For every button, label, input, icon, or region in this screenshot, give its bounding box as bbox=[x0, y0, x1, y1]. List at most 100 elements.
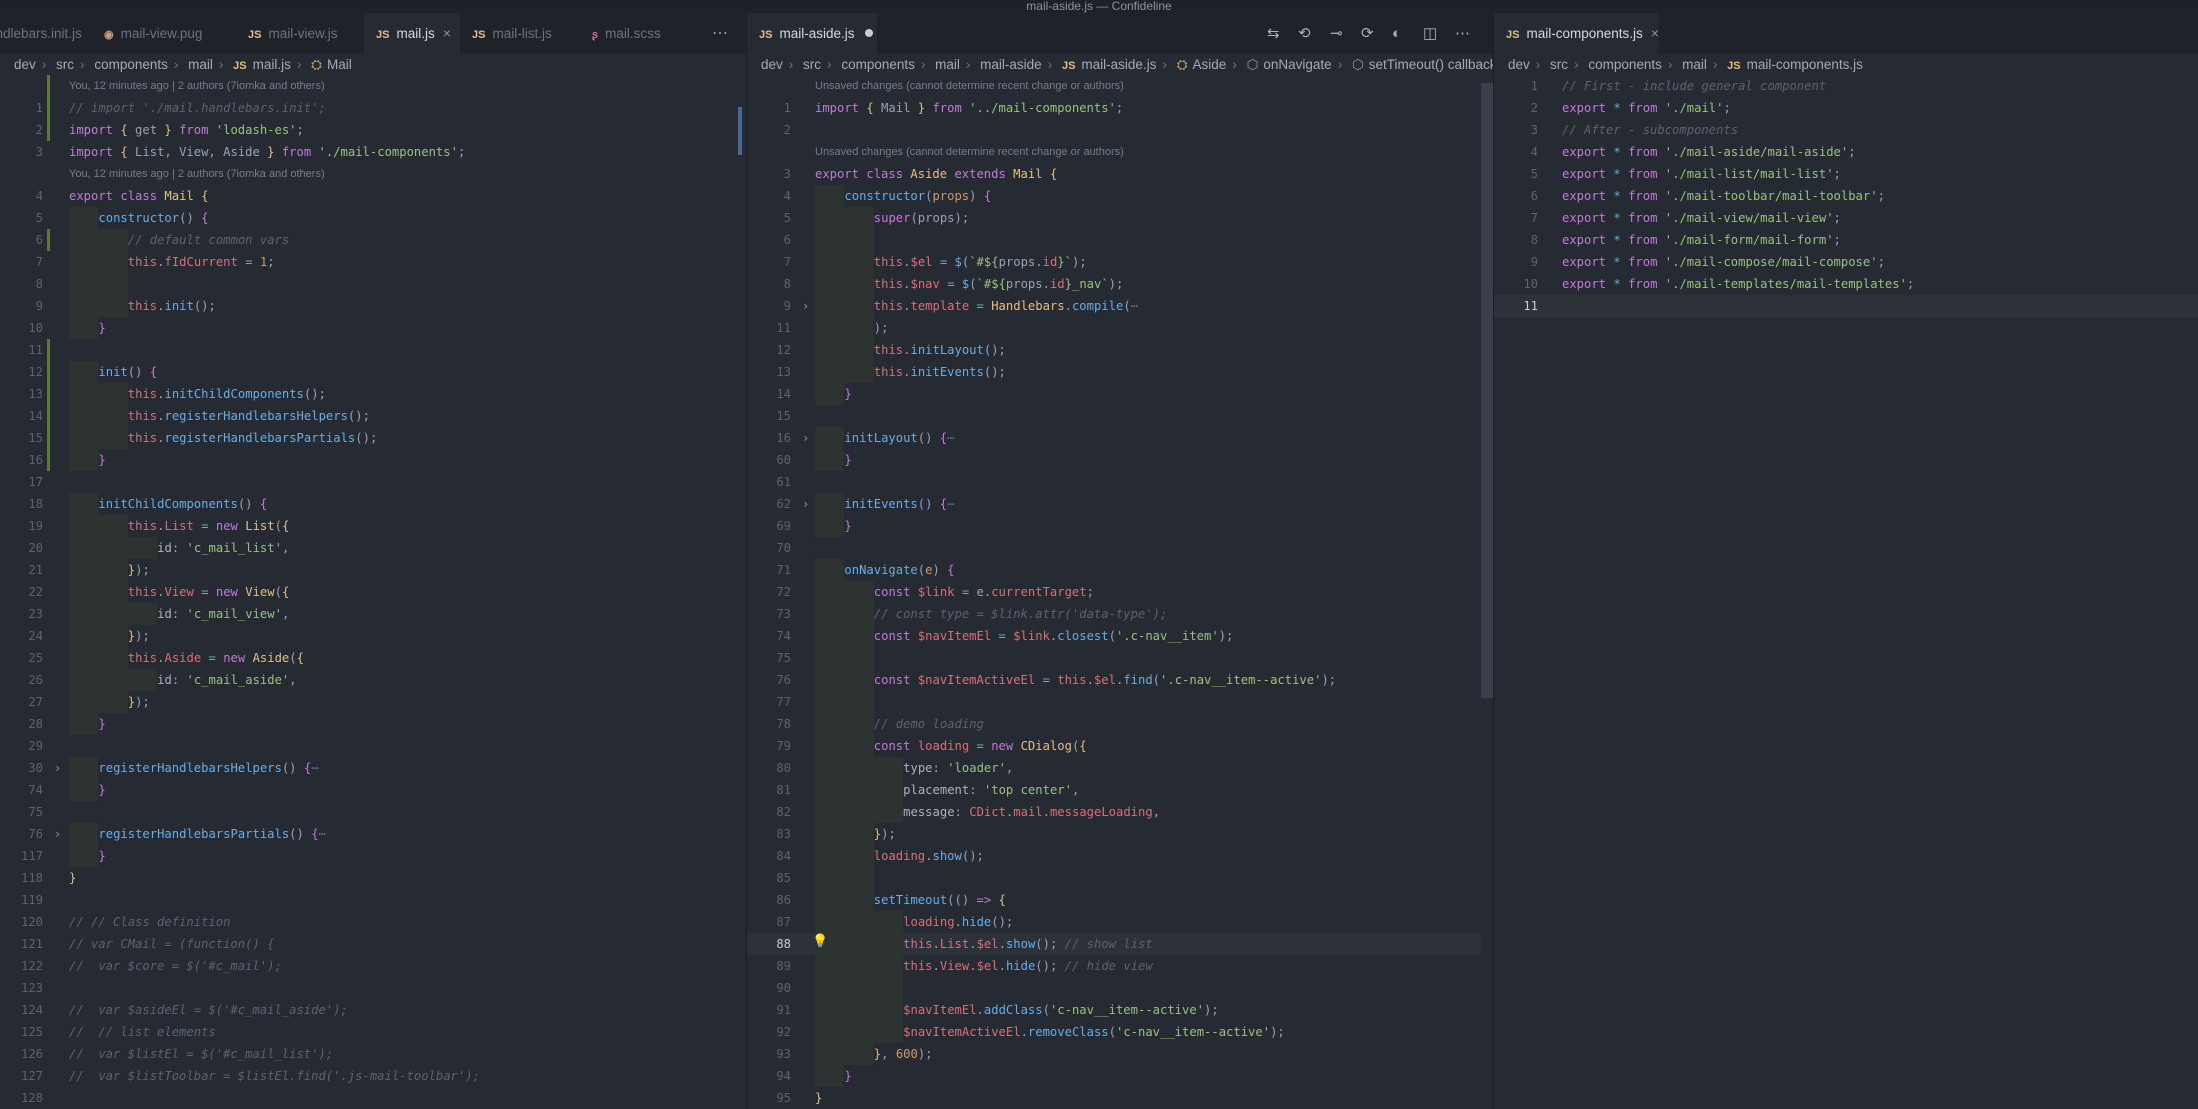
code-line[interactable]: 22 this.View = new View({ bbox=[0, 581, 746, 603]
code-line[interactable]: 87 loading.hide(); bbox=[747, 911, 1493, 933]
code-editor[interactable]: 1 // First - include general component 2 ex… bbox=[1494, 75, 2198, 1109]
breadcrumb-item[interactable]: Aside bbox=[1193, 57, 1227, 72]
code-line[interactable]: 19 this.List = new List({ bbox=[0, 515, 746, 537]
breadcrumb-item[interactable]: Mail bbox=[327, 57, 352, 72]
next-change-icon[interactable]: ⟳ bbox=[1361, 13, 1374, 54]
code-line[interactable]: 90 bbox=[747, 977, 1493, 999]
code-line[interactable]: 25 this.Aside = new Aside({ bbox=[0, 647, 746, 669]
code-line[interactable]: 4 export * from './mail-aside/mail-aside'… bbox=[1494, 141, 2198, 163]
fold-chevron-icon[interactable]: › bbox=[802, 493, 809, 515]
code-line[interactable]: 125 // // list elements bbox=[0, 1021, 746, 1043]
code-line[interactable]: 2 export * from './mail'; bbox=[1494, 97, 2198, 119]
code-line[interactable]: 24 }); bbox=[0, 625, 746, 647]
code-line[interactable]: 7 this.fIdCurrent = 1; bbox=[0, 251, 746, 273]
tab-mail-view-pug[interactable]: ◉ mail-view.pug bbox=[92, 13, 242, 54]
breadcrumb-item[interactable]: mail bbox=[935, 57, 960, 72]
tab-handlebars-init[interactable]: JShandlebars.init.js bbox=[0, 13, 82, 54]
code-line[interactable]: 81 placement: 'top center', bbox=[747, 779, 1493, 801]
code-line[interactable]: 118} bbox=[0, 867, 746, 889]
code-line[interactable]: 128 bbox=[0, 1087, 746, 1109]
scroll-thumb[interactable] bbox=[1481, 83, 1493, 698]
code-line[interactable]: 5 super(props); bbox=[747, 207, 1493, 229]
code-line[interactable]: 2 import { get } from 'lodash-es'; bbox=[0, 119, 746, 141]
code-line[interactable]: 21 }); bbox=[0, 559, 746, 581]
code-line[interactable]: 7 this.$el = $(`#${props.id}`); bbox=[747, 251, 1493, 273]
code-line[interactable]: 28 } bbox=[0, 713, 746, 735]
code-line[interactable]: 80 type: 'loader', bbox=[747, 757, 1493, 779]
code-line[interactable]: 4 constructor(props) { bbox=[747, 185, 1493, 207]
code-line[interactable]: 86 setTimeout(() => { bbox=[747, 889, 1493, 911]
code-line[interactable]: 4 export class Mail { bbox=[0, 185, 746, 207]
more-actions-icon[interactable]: ⋯ bbox=[1455, 13, 1470, 54]
code-line[interactable]: 3 export class Aside extends Mail { bbox=[747, 163, 1493, 185]
code-line[interactable]: 72 const $link = e.currentTarget; bbox=[747, 581, 1493, 603]
breadcrumb-item[interactable]: dev bbox=[1508, 57, 1530, 72]
code-line[interactable]: 30 › registerHandlebarsHelpers() {⋯ bbox=[0, 757, 746, 779]
code-line[interactable]: 1 // First - include general component bbox=[1494, 75, 2198, 97]
code-line[interactable]: 12 init() { bbox=[0, 361, 746, 383]
code-line[interactable]: 10 export * from './mail-templates/mail-t… bbox=[1494, 273, 2198, 295]
code-line[interactable]: 18 initChildComponents() { bbox=[0, 493, 746, 515]
code-line[interactable]: 15 this.registerHandlebarsPartials(); bbox=[0, 427, 746, 449]
code-line[interactable]: 78 // demo loading bbox=[747, 713, 1493, 735]
close-icon[interactable]: × bbox=[1651, 25, 1659, 41]
code-line[interactable]: 82 message: CDict.mail.messageLoading, bbox=[747, 801, 1493, 823]
code-line[interactable]: 5 constructor() { bbox=[0, 207, 746, 229]
breadcrumb-item[interactable]: mail.js bbox=[253, 57, 291, 72]
code-line[interactable]: 8 bbox=[0, 273, 746, 295]
breadcrumb-item[interactable]: dev bbox=[14, 57, 36, 72]
code-line[interactable]: 5 export * from './mail-list/mail-list'; bbox=[1494, 163, 2198, 185]
code-line[interactable]: 120 // // Class definition bbox=[0, 911, 746, 933]
code-line[interactable]: 73 // const type = $link.attr('data-type… bbox=[747, 603, 1493, 625]
code-line[interactable]: 13 this.initEvents(); bbox=[747, 361, 1493, 383]
code-line[interactable]: 20 id: 'c_mail_list', bbox=[0, 537, 746, 559]
code-line[interactable]: 1 import { Mail } from '../mail-component… bbox=[747, 97, 1493, 119]
tab-mail-view-js[interactable]: JS mail-view.js bbox=[236, 13, 368, 54]
code-line[interactable]: 122 // var $core = $('#c_mail'); bbox=[0, 955, 746, 977]
codelens-annotation[interactable]: Unsaved changes (cannot determine recent… bbox=[815, 141, 1124, 163]
code-line[interactable]: 16 › initLayout() {⋯ bbox=[747, 427, 1493, 449]
tab-mail-js[interactable]: JS mail.js × bbox=[364, 13, 460, 54]
code-line[interactable]: 71 onNavigate(e) { bbox=[747, 559, 1493, 581]
code-line[interactable]: 11 ); bbox=[747, 317, 1493, 339]
code-line[interactable]: 89 this.View.$el.hide(); // hide view bbox=[747, 955, 1493, 977]
breadcrumb-item[interactable]: mail bbox=[188, 57, 213, 72]
fold-chevron-icon[interactable]: › bbox=[802, 295, 809, 317]
code-line[interactable]: 91 $navItemEl.addClass('c-nav__item--act… bbox=[747, 999, 1493, 1021]
code-line[interactable]: 62 › initEvents() {⋯ bbox=[747, 493, 1493, 515]
code-line[interactable]: 17 bbox=[0, 471, 746, 493]
code-line[interactable]: 94 } bbox=[747, 1065, 1493, 1087]
code-line[interactable]: 1 // import './mail.handlebars.init'; bbox=[0, 97, 746, 119]
code-editor[interactable]: You, 12 minutes ago | 2 authors (7iomka … bbox=[0, 75, 746, 1109]
code-line[interactable]: 83 }); bbox=[747, 823, 1493, 845]
code-line[interactable]: 6 bbox=[747, 229, 1493, 251]
breadcrumb-item[interactable]: onNavigate bbox=[1263, 57, 1331, 72]
code-line[interactable]: 93 }, 600); bbox=[747, 1043, 1493, 1065]
code-line[interactable]: 6 // default common vars bbox=[0, 229, 746, 251]
code-line[interactable]: 123 bbox=[0, 977, 746, 999]
code-line[interactable]: 16 } bbox=[0, 449, 746, 471]
code-line[interactable]: 11 bbox=[0, 339, 746, 361]
code-line[interactable]: 79 const loading = new CDialog({ bbox=[747, 735, 1493, 757]
code-line[interactable]: 15 bbox=[747, 405, 1493, 427]
split-editor-icon[interactable]: ◫ bbox=[1423, 13, 1437, 54]
compare-icon[interactable]: ◐ bbox=[1392, 13, 1401, 54]
code-line[interactable]: 13 this.initChildComponents(); bbox=[0, 383, 746, 405]
code-line[interactable]: 92 $navItemActiveEl.removeClass('c-nav__… bbox=[747, 1021, 1493, 1043]
breadcrumb-item[interactable]: mail-aside bbox=[980, 57, 1042, 72]
code-line[interactable]: 74 } bbox=[0, 779, 746, 801]
code-line[interactable]: 121 // var CMail = (function() { bbox=[0, 933, 746, 955]
tab-mail-scss[interactable]: ʂ mail.scss bbox=[580, 13, 700, 54]
open-changes-icon[interactable]: ⇆ bbox=[1267, 13, 1280, 54]
fold-chevron-icon[interactable]: › bbox=[802, 427, 809, 449]
code-line[interactable]: 11 bbox=[1494, 295, 2198, 317]
tab-mail-list-js[interactable]: JS mail-list.js bbox=[460, 13, 584, 54]
code-line[interactable]: 26 id: 'c_mail_aside', bbox=[0, 669, 746, 691]
code-line[interactable]: 85 bbox=[747, 867, 1493, 889]
breadcrumb-item[interactable]: setTimeout() callback bbox=[1369, 57, 1493, 72]
breadcrumb-item[interactable]: components bbox=[94, 57, 168, 72]
codelens-annotation[interactable]: You, 12 minutes ago | 2 authors (7iomka … bbox=[69, 163, 325, 185]
unsaved-dot-icon[interactable] bbox=[864, 29, 873, 37]
breadcrumb-item[interactable]: src bbox=[56, 57, 74, 72]
commit-icon[interactable]: ⊸ bbox=[1330, 13, 1343, 54]
